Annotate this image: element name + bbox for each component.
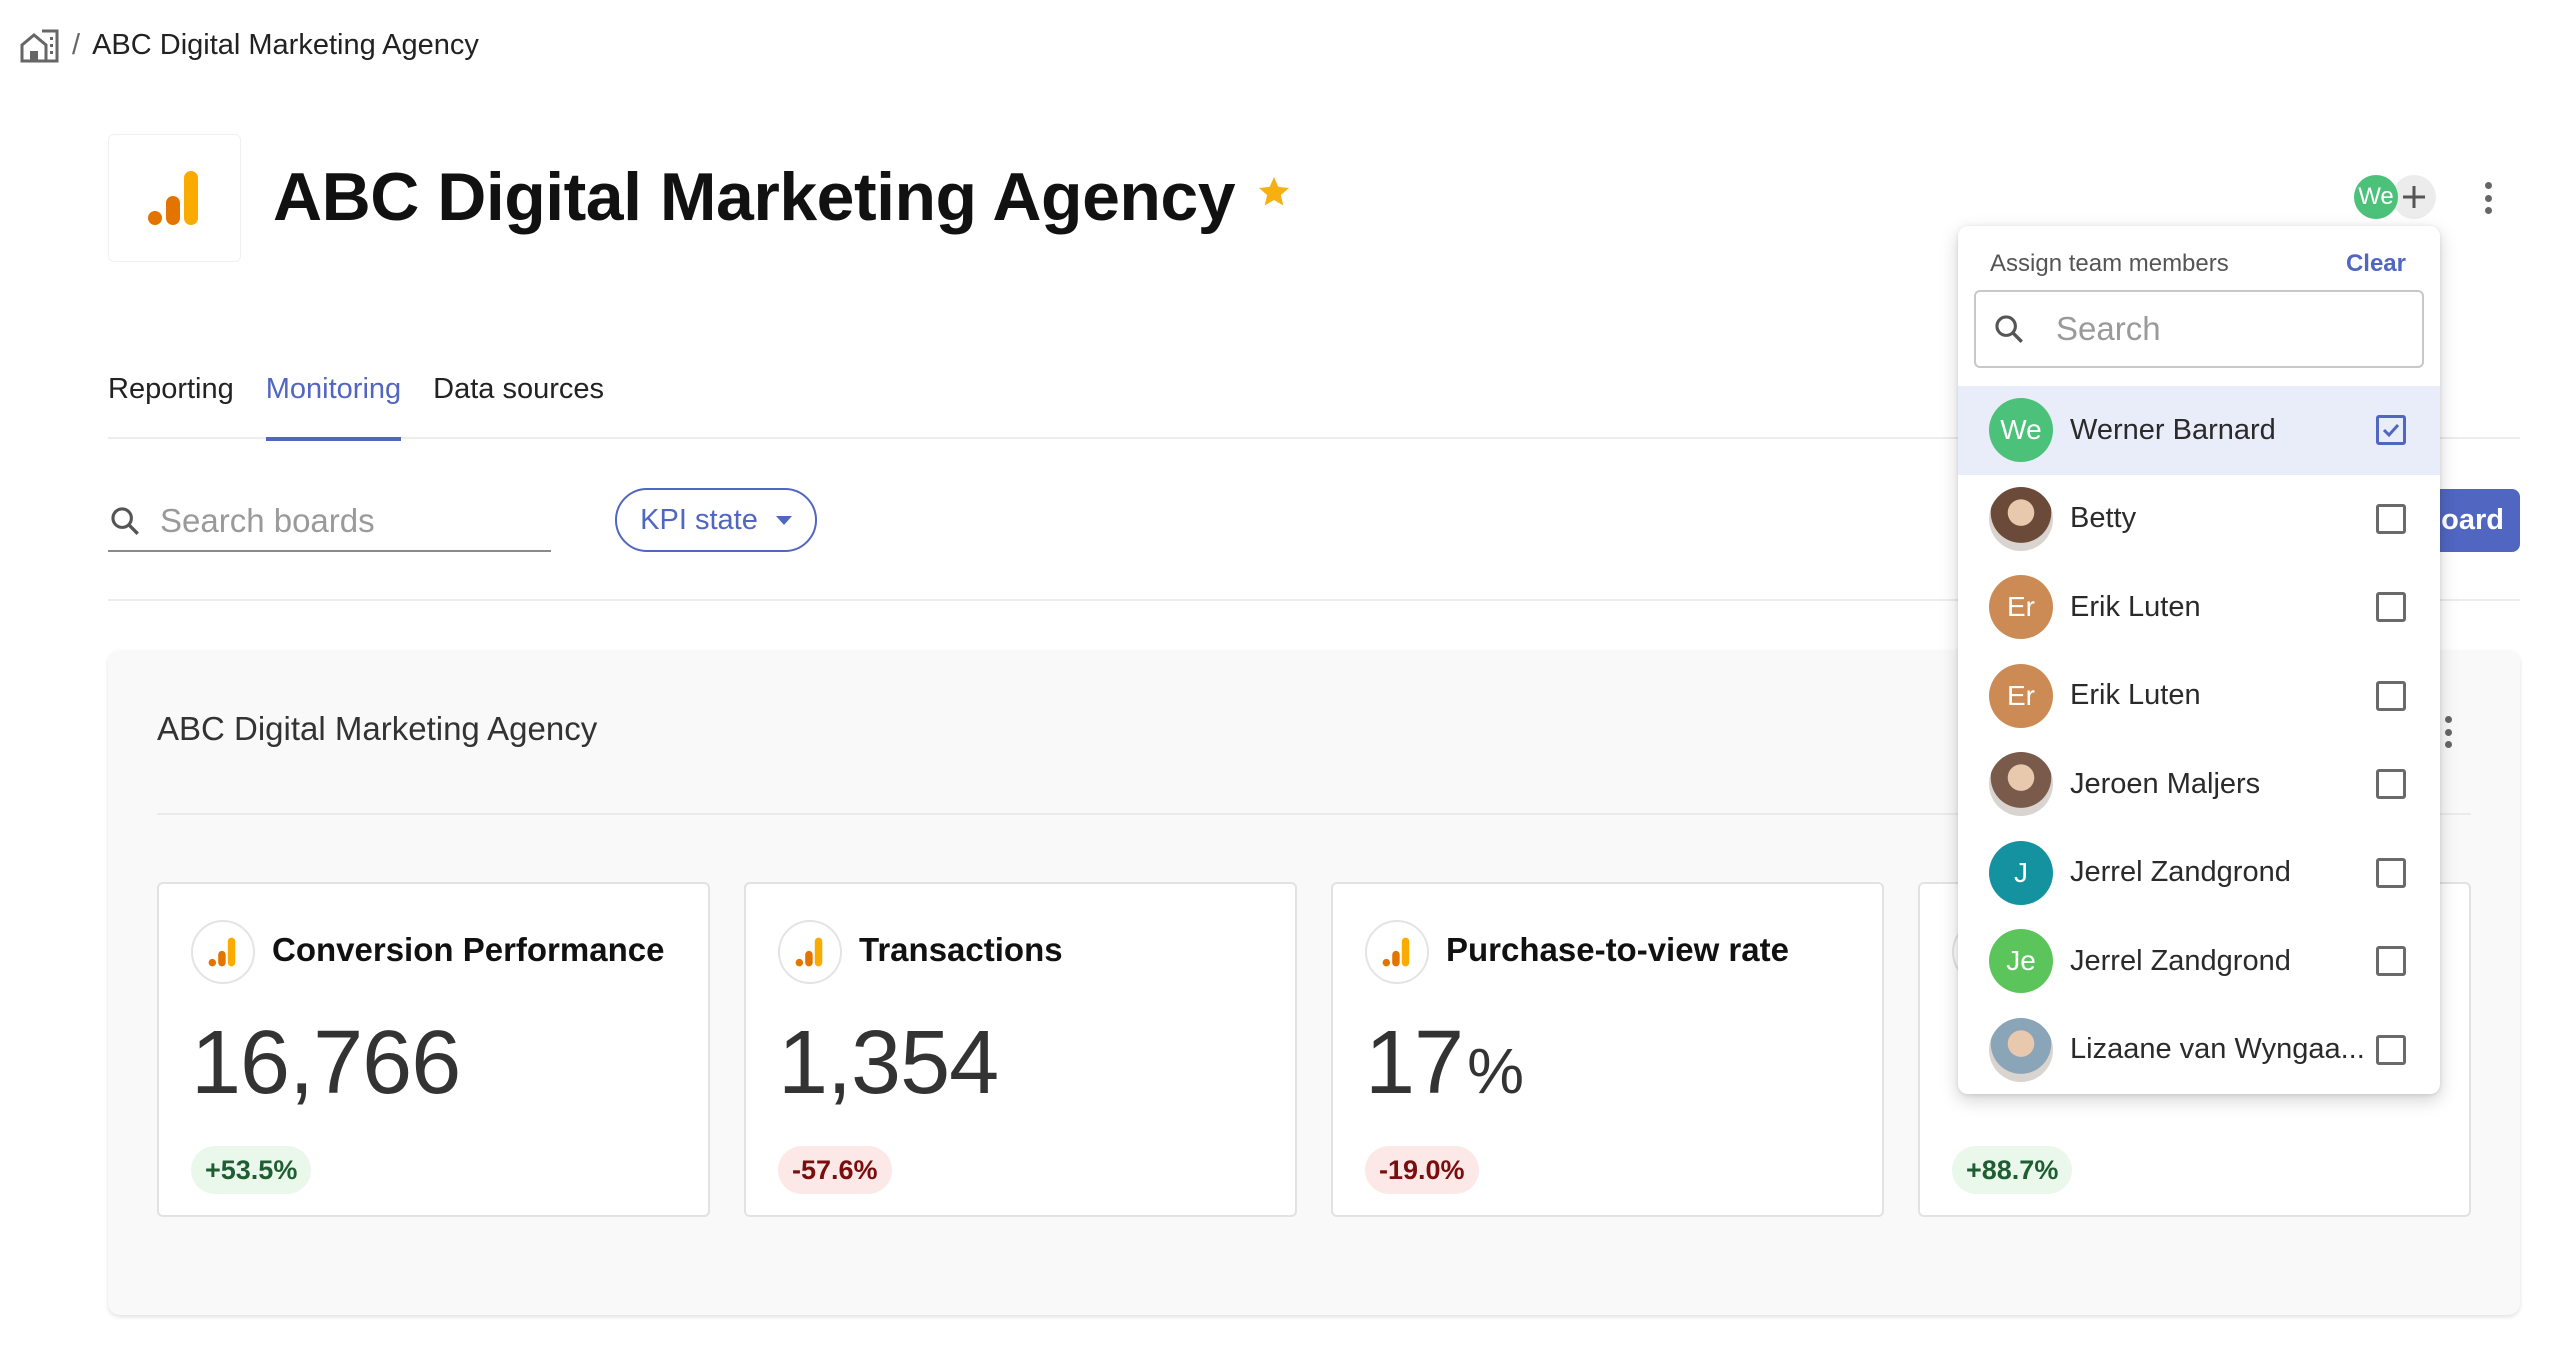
- member-photo-avatar: [1989, 1017, 2053, 1082]
- card-title: Purchase-to-view rate: [1446, 931, 1789, 968]
- search-boards-field: [108, 492, 551, 552]
- building-home-icon[interactable]: [20, 27, 60, 63]
- tab-reporting[interactable]: Reporting: [108, 365, 234, 439]
- card-value: 17%: [1365, 1012, 1524, 1115]
- kpi-card[interactable]: Purchase-to-view rate 17% -19.0%: [1331, 882, 1884, 1217]
- dropdown-heading: Assign team members: [1990, 250, 2229, 277]
- analytics-bars-icon: [208, 937, 236, 967]
- change-badge: +88.7%: [1952, 1146, 2073, 1194]
- checkbox[interactable]: [2376, 592, 2406, 623]
- member-list-item[interactable]: J Jerrel Zandgrond: [1958, 829, 2440, 918]
- card-title: Transactions: [859, 931, 1063, 968]
- card-source-icon: [778, 920, 842, 984]
- checkbox[interactable]: [2376, 680, 2406, 711]
- analytics-bars-icon: [147, 171, 198, 225]
- assignee-avatar[interactable]: We: [2354, 175, 2398, 219]
- member-list-item[interactable]: Je Jerrel Zandgrond: [1958, 917, 2440, 1006]
- kpi-state-filter[interactable]: KPI state: [615, 488, 817, 552]
- kebab-menu-icon-dot: [2484, 207, 2492, 214]
- card-value-number: 17: [1365, 1013, 1464, 1113]
- kebab-menu-icon-dot: [2444, 716, 2452, 723]
- member-photo-avatar: [1989, 752, 2053, 817]
- more-options-button[interactable]: [2476, 178, 2500, 218]
- member-photo-avatar: [1989, 486, 2053, 551]
- breadcrumb-separator: /: [72, 28, 81, 61]
- tab-data-sources[interactable]: Data sources: [433, 365, 604, 439]
- member-list: We Werner Barnard Betty Er Erik Luten Er Erik …: [1958, 386, 2440, 1094]
- member-initials-avatar: Er: [1989, 663, 2053, 728]
- card-source-icon: [1365, 920, 1429, 984]
- checkbox[interactable]: [2376, 503, 2406, 534]
- checkbox[interactable]: [2376, 1034, 2406, 1065]
- member-initials-avatar: Je: [1989, 929, 2053, 994]
- member-search-input[interactable]: [2056, 310, 2376, 348]
- breadcrumb: / ABC Digital Marketing Agency: [20, 24, 479, 66]
- checkbox[interactable]: [2376, 769, 2406, 800]
- member-list-item[interactable]: Jeroen Maljers: [1958, 740, 2440, 829]
- star-icon[interactable]: [1256, 174, 1292, 210]
- member-name: Jerrel Zandgrond: [2070, 944, 2291, 977]
- analytics-bars-icon: [1382, 937, 1410, 967]
- member-name: Jeroen Maljers: [2070, 767, 2261, 800]
- caret-down-icon: [775, 515, 792, 525]
- search-boards-input[interactable]: [160, 502, 520, 540]
- change-badge: -57.6%: [778, 1146, 892, 1194]
- assign-team-members-dropdown: Assign team members Clear We Werner Barna…: [1958, 226, 2440, 1094]
- card-value-unit: %: [1467, 1035, 1524, 1107]
- member-list-item[interactable]: We Werner Barnard: [1958, 386, 2440, 475]
- card-source-icon: [191, 920, 255, 984]
- member-name: Lizaane van Wyngaa...: [2070, 1033, 2365, 1066]
- assignee-group: We: [2354, 175, 2436, 219]
- board-options-button[interactable]: [2438, 712, 2458, 752]
- checkbox[interactable]: [2376, 857, 2406, 888]
- member-name: Erik Luten: [2070, 590, 2201, 623]
- member-name: Jerrel Zandgrond: [2070, 856, 2291, 889]
- kpi-card[interactable]: Transactions 1,354 -57.6%: [744, 882, 1297, 1217]
- search-icon: [1995, 315, 2023, 343]
- card-title: Conversion Performance: [272, 931, 665, 968]
- workspace-logo: [108, 134, 241, 262]
- change-badge: -19.0%: [1365, 1146, 1479, 1194]
- analytics-bars-icon: [795, 937, 823, 967]
- member-initials-avatar: J: [1989, 840, 2053, 905]
- check-icon: [2382, 424, 2400, 438]
- breadcrumb-current[interactable]: ABC Digital Marketing Agency: [92, 29, 479, 62]
- card-value: 16,766: [191, 1012, 464, 1115]
- kebab-menu-icon-dot: [2444, 728, 2452, 736]
- card-value: [1952, 1012, 1956, 1115]
- checkbox-checked[interactable]: [2376, 415, 2406, 446]
- card-value-number: 16,766: [191, 1013, 461, 1113]
- member-list-item[interactable]: Betty: [1958, 475, 2440, 564]
- search-icon: [111, 507, 139, 535]
- member-list-item[interactable]: Er Erik Luten: [1958, 652, 2440, 741]
- member-name: Betty: [2070, 502, 2137, 535]
- member-initials-avatar: We: [1989, 398, 2053, 463]
- change-badge: +53.5%: [191, 1146, 312, 1194]
- member-list-item[interactable]: Er Erik Luten: [1958, 563, 2440, 652]
- checkbox[interactable]: [2376, 946, 2406, 977]
- clear-button[interactable]: Clear: [2346, 250, 2406, 278]
- tab-monitoring[interactable]: Monitoring: [265, 365, 402, 441]
- kebab-menu-icon-dot: [2484, 182, 2492, 189]
- page-title: ABC Digital Marketing Agency: [273, 159, 1236, 235]
- card-value-number: 1,354: [778, 1013, 999, 1113]
- kebab-menu-icon-dot: [2444, 741, 2452, 748]
- add-member-button[interactable]: [2392, 175, 2436, 219]
- member-search-field: [1974, 290, 2424, 368]
- member-initials-avatar: Er: [1989, 575, 2053, 640]
- board-title[interactable]: ABC Digital Marketing Agency: [157, 710, 597, 748]
- kebab-menu-icon-dot: [2484, 194, 2492, 202]
- card-value: 1,354: [778, 1012, 1002, 1115]
- member-name: Werner Barnard: [2070, 413, 2276, 446]
- kpi-state-label: KPI state: [640, 503, 758, 536]
- plus-icon: [2403, 186, 2425, 208]
- kpi-card[interactable]: Conversion Performance 16,766 +53.5%: [157, 882, 710, 1217]
- member-name: Erik Luten: [2070, 679, 2201, 712]
- dropdown-header: Assign team members Clear: [1990, 244, 2406, 284]
- member-list-item[interactable]: Lizaane van Wyngaa...: [1958, 1006, 2440, 1095]
